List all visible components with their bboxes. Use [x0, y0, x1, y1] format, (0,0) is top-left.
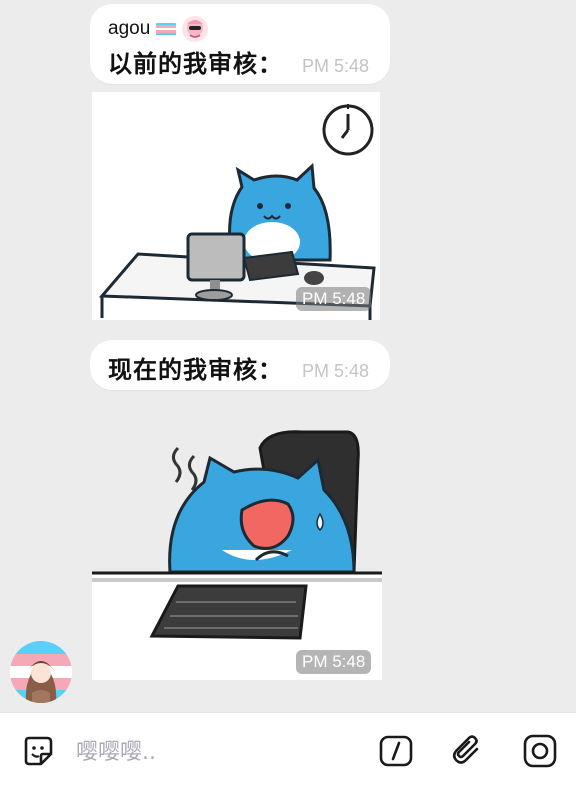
- sticker-icon[interactable]: [20, 733, 56, 769]
- image-message[interactable]: PM 5:48: [92, 420, 382, 680]
- trans-flag-icon: [156, 22, 177, 36]
- image-time: PM 5:48: [296, 287, 372, 311]
- message-text: 以前的我审核：: [108, 50, 283, 78]
- message-bubble[interactable]: agou 以前的我审核： PM 5:48: [90, 4, 390, 84]
- message-composer: [0, 712, 576, 786]
- paperclip-icon[interactable]: [450, 733, 486, 769]
- slash-command-icon[interactable]: [378, 733, 414, 769]
- message-input[interactable]: [76, 737, 326, 767]
- sender-name[interactable]: agou: [108, 18, 150, 40]
- avatar[interactable]: [10, 641, 72, 703]
- image-time: PM 5:48: [296, 650, 372, 674]
- image-message[interactable]: PM 5:48: [92, 92, 380, 320]
- sender-badge-icon: [182, 16, 209, 42]
- cat-at-desk-sticker: [92, 92, 380, 320]
- message-text: 现在的我审核：: [108, 356, 283, 384]
- sender-row: agou: [108, 16, 209, 42]
- clock-icon: [322, 104, 374, 156]
- message-bubble[interactable]: 现在的我审核： PM 5:48: [90, 340, 390, 390]
- message-time: PM 5:48: [302, 361, 370, 381]
- tired-cat-sticker: [92, 430, 382, 680]
- chat-history[interactable]: agou 以前的我审核： PM 5:48 PM 5:48 现在的我审核： PM …: [0, 0, 576, 712]
- camera-icon[interactable]: [522, 733, 558, 769]
- message-time: PM 5:48: [302, 56, 370, 76]
